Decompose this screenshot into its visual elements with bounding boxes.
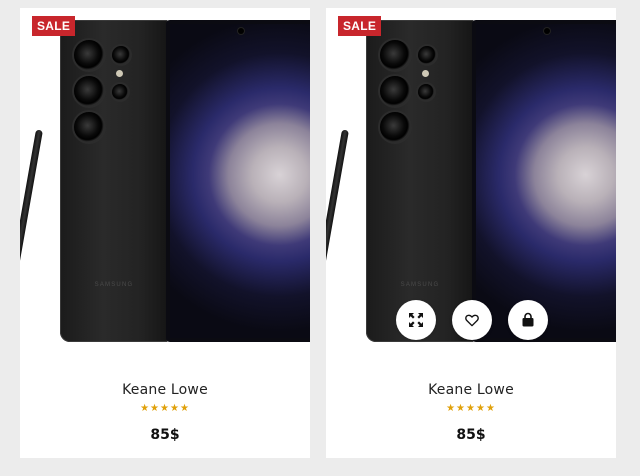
camera-lens [418, 84, 434, 100]
product-card[interactable]: SALE SAMSUNG Keane Lowe ★★★★★ 85$ [20, 8, 310, 458]
phone-screen [476, 24, 616, 338]
product-info: Keane Lowe ★★★★★ 85$ [20, 382, 310, 443]
front-camera [238, 28, 244, 34]
product-image[interactable]: SAMSUNG [20, 8, 310, 353]
product-actions [396, 300, 548, 340]
s-pen [20, 129, 43, 338]
quick-view-icon [409, 313, 423, 327]
camera-lens [74, 76, 104, 106]
product-price: 85$ [150, 427, 180, 443]
wishlist-button[interactable] [452, 300, 492, 340]
camera-lens [380, 40, 410, 70]
camera-lens [380, 112, 410, 142]
front-camera [544, 28, 550, 34]
rating-stars: ★★★★★ [446, 403, 496, 414]
camera-flash [422, 70, 429, 77]
phone-front [472, 20, 616, 342]
product-name[interactable]: Keane Lowe [326, 382, 616, 398]
product-card[interactable]: SALE SAMSUNG Keane Lowe ★★★★★ 85$ [326, 8, 616, 458]
phone-brand: SAMSUNG [94, 282, 134, 288]
phone-back: SAMSUNG [366, 20, 474, 342]
camera-lens [74, 40, 104, 70]
product-info: Keane Lowe ★★★★★ 85$ [326, 382, 616, 443]
camera-flash [116, 70, 123, 77]
heart-icon [465, 314, 479, 327]
camera-lens [112, 46, 130, 64]
sale-badge: SALE [338, 16, 382, 36]
add-to-cart-button[interactable] [508, 300, 548, 340]
camera-lens [418, 46, 436, 64]
shopping-bag-icon [522, 312, 534, 327]
quick-view-button[interactable] [396, 300, 436, 340]
product-name[interactable]: Keane Lowe [20, 382, 310, 398]
camera-lens [380, 76, 410, 106]
phone-screen [170, 24, 310, 338]
s-pen [326, 129, 349, 338]
rating-stars: ★★★★★ [140, 403, 190, 414]
camera-lens [74, 112, 104, 142]
product-price: 85$ [456, 427, 486, 443]
phone-front [166, 20, 310, 342]
sale-badge: SALE [32, 16, 76, 36]
phone-back: SAMSUNG [60, 20, 168, 342]
phone-brand: SAMSUNG [400, 282, 440, 288]
camera-lens [112, 84, 128, 100]
